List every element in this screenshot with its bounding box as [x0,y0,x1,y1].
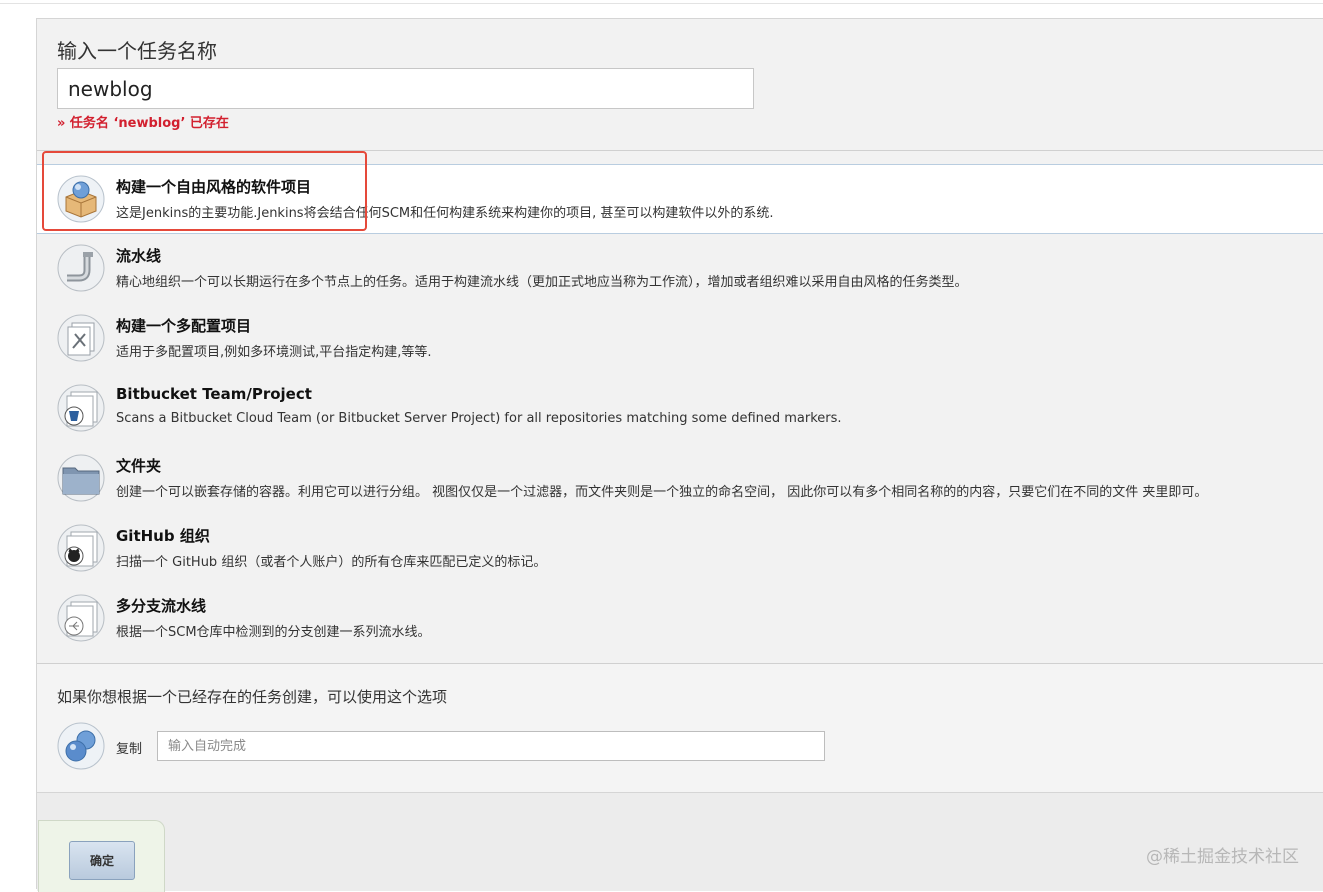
multi-config-icon [57,314,105,362]
copy-label: 复制 [116,742,143,757]
github-icon [57,524,105,572]
item-type-bitbucket[interactable]: Bitbucket Team/Project Scans a Bitbucket… [37,374,1323,444]
item-name-input[interactable] [57,68,754,109]
watermark: @稀土掘金技术社区 [1146,847,1299,867]
item-title: 构建一个多配置项目 [116,317,252,335]
item-description: 这是Jenkins的主要功能.Jenkins将会结合任何SCM和任何构建系统来构… [116,206,774,221]
name-exists-error: » 任务名 ‘newblog’ 已存在 [57,116,229,131]
copy-from-section: 如果你想根据一个已经存在的任务创建，可以使用这个选项 复制 [37,664,1323,792]
folder-icon [57,454,105,502]
item-description: 根据一个SCM仓库中检测到的分支创建一系列流水线。 [116,625,431,640]
item-type-github-org[interactable]: GitHub 组织 扫描一个 GitHub 组织（或者个人账户）的所有仓库来匹配… [37,514,1323,584]
item-type-multibranch[interactable]: 多分支流水线 根据一个SCM仓库中检测到的分支创建一系列流水线。 [37,584,1323,654]
copy-hint-text: 如果你想根据一个已经存在的任务创建，可以使用这个选项 [57,688,448,706]
item-type-pipeline[interactable]: 流水线 精心地组织一个可以长期运行在多个节点上的任务。适用于构建流水线（更加正式… [37,234,1323,304]
item-title: 文件夹 [116,457,162,475]
bottom-bar: 确定 [37,792,1323,892]
pipeline-icon [57,244,105,292]
bitbucket-icon [57,384,105,432]
multibranch-icon [57,594,105,642]
item-type-multi-config[interactable]: 构建一个多配置项目 适用于多配置项目,例如多环境测试,平台指定构建,等等. [37,304,1323,374]
copy-from-input[interactable] [157,731,825,761]
item-title: 多分支流水线 [116,597,207,615]
item-description: 扫描一个 GitHub 组织（或者个人账户）的所有仓库来匹配已定义的标记。 [116,555,547,570]
item-title: 流水线 [116,247,162,265]
item-type-folder[interactable]: 文件夹 创建一个可以嵌套存储的容器。利用它可以进行分组。 视图仅仅是一个过滤器，… [37,444,1323,514]
ok-button-container: 确定 [38,820,165,892]
new-item-panel: 输入一个任务名称 » 任务名 ‘newblog’ 已存在 构建一个自由风格的软件… [36,18,1323,892]
ok-button[interactable]: 确定 [69,841,135,880]
item-description: 创建一个可以嵌套存储的容器。利用它可以进行分组。 视图仅仅是一个过滤器，而文件夹… [116,485,1208,500]
item-description: 适用于多配置项目,例如多环境测试,平台指定构建,等等. [116,345,432,360]
copy-spheres-icon [57,722,105,770]
top-divider [0,3,1323,4]
item-title: 构建一个自由风格的软件项目 [116,178,312,196]
item-description: 精心地组织一个可以长期运行在多个节点上的任务。适用于构建流水线（更加正式地应当称… [116,275,968,290]
item-type-freestyle[interactable]: 构建一个自由风格的软件项目 这是Jenkins的主要功能.Jenkins将会结合… [37,151,1323,234]
item-description: Scans a Bitbucket Cloud Team (or Bitbuck… [116,411,842,426]
item-title: Bitbucket Team/Project [116,385,312,403]
page-title: 输入一个任务名称 [57,39,217,63]
divider [37,150,1323,151]
item-title: GitHub 组织 [116,527,210,545]
freestyle-box-icon [57,175,105,223]
